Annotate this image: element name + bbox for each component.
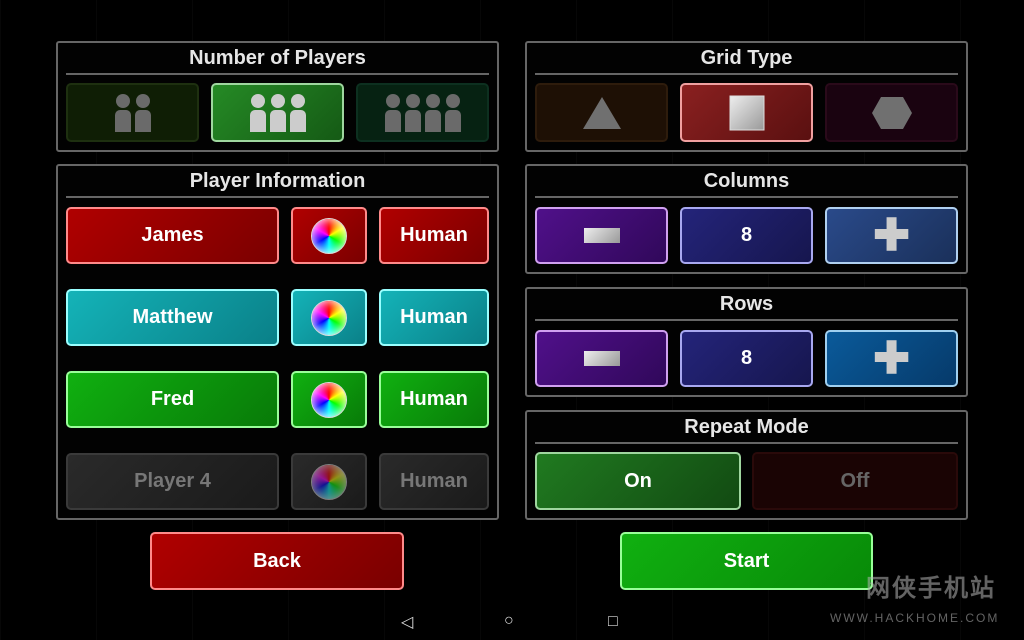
divider: [535, 319, 958, 321]
four-players-button[interactable]: [356, 83, 489, 142]
player-type-button[interactable]: Human: [379, 371, 489, 428]
triangle-icon: [582, 96, 621, 129]
person-icon: [134, 93, 151, 132]
watermark-logo: 网侠手机站 WWW.HACKHOME.COM: [830, 575, 1000, 625]
panel-title: Rows: [719, 293, 774, 315]
color-wheel-icon: [311, 217, 347, 254]
square-icon: [729, 95, 764, 130]
rows-increase-button[interactable]: ✚: [825, 330, 958, 387]
columns-decrease-button[interactable]: [535, 207, 668, 264]
player-name-button[interactable]: Player 4: [66, 453, 279, 510]
person-icon: [249, 93, 266, 132]
nav-home-icon[interactable]: ○: [504, 612, 514, 630]
player-type-button[interactable]: Human: [379, 289, 489, 346]
person-icon: [424, 93, 441, 132]
player-color-button[interactable]: [291, 453, 367, 510]
plus-icon: ✚: [873, 333, 910, 383]
three-players-button[interactable]: [211, 83, 344, 142]
minus-icon: [583, 228, 620, 243]
repeat-off-button[interactable]: Off: [752, 452, 958, 510]
columns-value: 8: [680, 207, 813, 264]
divider: [535, 442, 958, 444]
person-icon: [444, 93, 461, 132]
hexagon-icon: [871, 96, 912, 129]
minus-icon: [583, 351, 620, 366]
player-color-button[interactable]: [291, 289, 367, 346]
color-wheel-icon: [311, 463, 347, 500]
divider: [535, 73, 958, 75]
person-icon: [384, 93, 401, 132]
player-name-button[interactable]: James: [66, 207, 279, 264]
panel-title: Grid Type: [700, 47, 793, 69]
rows-value: 8: [680, 330, 813, 387]
divider: [535, 196, 958, 198]
repeat-on-button[interactable]: On: [535, 452, 741, 510]
panel-title: Player Information: [189, 170, 366, 192]
player-type-button[interactable]: Human: [379, 207, 489, 264]
grid-triangle-button[interactable]: [535, 83, 668, 142]
grid-square-button[interactable]: [680, 83, 813, 142]
player-color-button[interactable]: [291, 371, 367, 428]
panel-title: Columns: [703, 170, 790, 192]
divider: [66, 73, 489, 75]
person-icon: [404, 93, 421, 132]
person-icon: [289, 93, 306, 132]
player-type-button[interactable]: Human: [379, 453, 489, 510]
player-color-button[interactable]: [291, 207, 367, 264]
divider: [66, 196, 489, 198]
person-icon: [114, 93, 131, 132]
columns-increase-button[interactable]: ✚: [825, 207, 958, 264]
player-name-button[interactable]: Matthew: [66, 289, 279, 346]
player-name-button[interactable]: Fred: [66, 371, 279, 428]
color-wheel-icon: [311, 299, 347, 336]
person-icon: [269, 93, 286, 132]
nav-recents-icon[interactable]: □: [608, 613, 618, 631]
back-button[interactable]: Back: [150, 532, 404, 590]
panel-title: Repeat Mode: [684, 416, 809, 438]
panel-title: Number of Players: [189, 47, 366, 69]
color-wheel-icon: [311, 381, 347, 418]
plus-icon: ✚: [873, 210, 910, 260]
nav-back-icon[interactable]: ◁: [401, 612, 413, 632]
grid-hexagon-button[interactable]: [825, 83, 958, 142]
rows-decrease-button[interactable]: [535, 330, 668, 387]
two-players-button[interactable]: [66, 83, 199, 142]
